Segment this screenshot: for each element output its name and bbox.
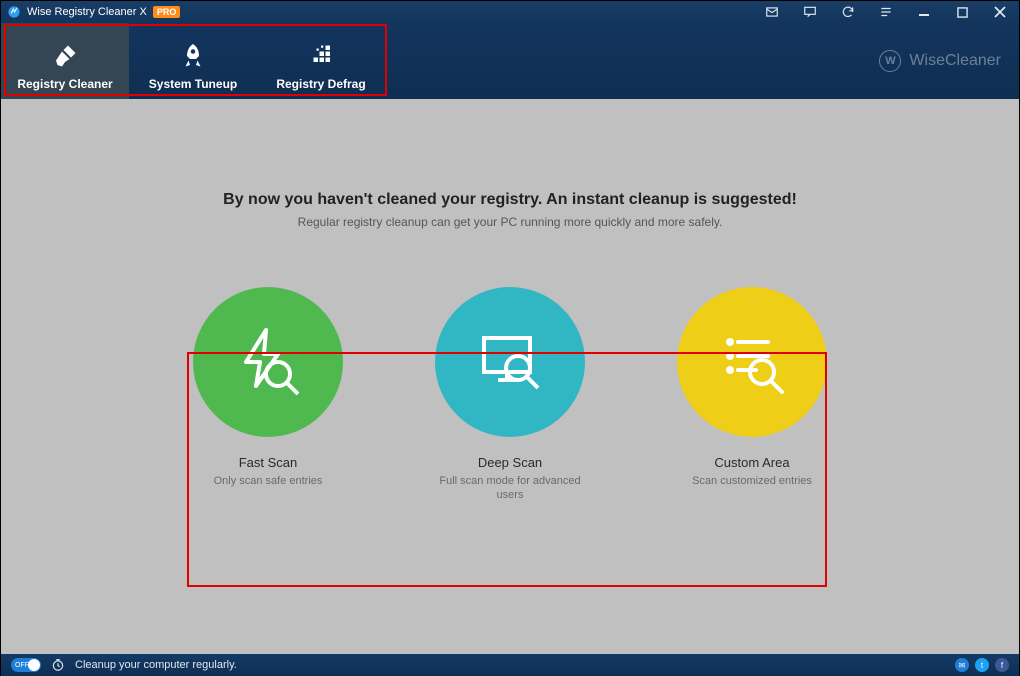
main-panel: By now you haven't cleaned your registry…	[1, 99, 1019, 654]
custom-area-icon	[677, 287, 827, 437]
scan-desc: Only scan safe entries	[214, 474, 323, 488]
scan-title: Deep Scan	[478, 455, 542, 470]
clock-icon	[51, 658, 65, 672]
scan-option-custom[interactable]: Custom Area Scan customized entries	[667, 287, 837, 503]
tab-label: Registry Cleaner	[17, 77, 112, 91]
share-mail-icon[interactable]: ✉	[955, 658, 969, 672]
refresh-icon[interactable]	[829, 1, 867, 23]
app-title: Wise Registry Cleaner X	[27, 6, 147, 18]
scan-option-fast[interactable]: Fast Scan Only scan safe entries	[183, 287, 353, 503]
mail-icon[interactable]	[753, 1, 791, 23]
app-icon	[7, 5, 21, 19]
brush-icon	[50, 41, 80, 71]
pro-badge: PRO	[153, 6, 181, 18]
rocket-icon	[178, 41, 208, 71]
scan-desc: Full scan mode for advanced users	[425, 474, 595, 503]
feedback-icon[interactable]	[791, 1, 829, 23]
tab-registry-cleaner[interactable]: Registry Cleaner	[1, 23, 129, 99]
brand-text: WiseCleaner	[909, 52, 1001, 70]
tab-label: System Tuneup	[149, 77, 237, 91]
scan-desc: Scan customized entries	[692, 474, 812, 488]
main-toolbar: Registry Cleaner System Tuneup Registry …	[1, 23, 1019, 99]
scan-title: Fast Scan	[239, 455, 298, 470]
social-links: ✉ t f	[955, 658, 1009, 672]
tab-system-tuneup[interactable]: System Tuneup	[129, 23, 257, 99]
tab-registry-defrag[interactable]: Registry Defrag	[257, 23, 385, 99]
scan-title: Custom Area	[714, 455, 789, 470]
tab-label: Registry Defrag	[276, 77, 365, 91]
toggle-label: OFF	[15, 662, 29, 669]
fast-scan-icon	[193, 287, 343, 437]
window-controls	[753, 1, 1019, 23]
headline-text: By now you haven't cleaned your registry…	[1, 191, 1019, 209]
statusbar: OFF Cleanup your computer regularly. ✉ t…	[1, 654, 1019, 676]
menu-icon[interactable]	[867, 1, 905, 23]
share-twitter-icon[interactable]: t	[975, 658, 989, 672]
scan-option-deep[interactable]: Deep Scan Full scan mode for advanced us…	[425, 287, 595, 503]
scan-options-row: Fast Scan Only scan safe entries Deep Sc…	[1, 287, 1019, 503]
brand-mark-icon: W	[879, 50, 901, 72]
titlebar: Wise Registry Cleaner X PRO	[1, 1, 1019, 23]
status-tip: Cleanup your computer regularly.	[75, 659, 237, 671]
deep-scan-icon	[435, 287, 585, 437]
share-facebook-icon[interactable]: f	[995, 658, 1009, 672]
maximize-button[interactable]	[943, 1, 981, 23]
close-button[interactable]	[981, 1, 1019, 23]
minimize-button[interactable]	[905, 1, 943, 23]
brand-logo[interactable]: W WiseCleaner	[879, 50, 1001, 72]
subhead-text: Regular registry cleanup can get your PC…	[1, 215, 1019, 229]
defrag-icon	[306, 41, 336, 71]
schedule-toggle[interactable]: OFF	[11, 658, 41, 672]
